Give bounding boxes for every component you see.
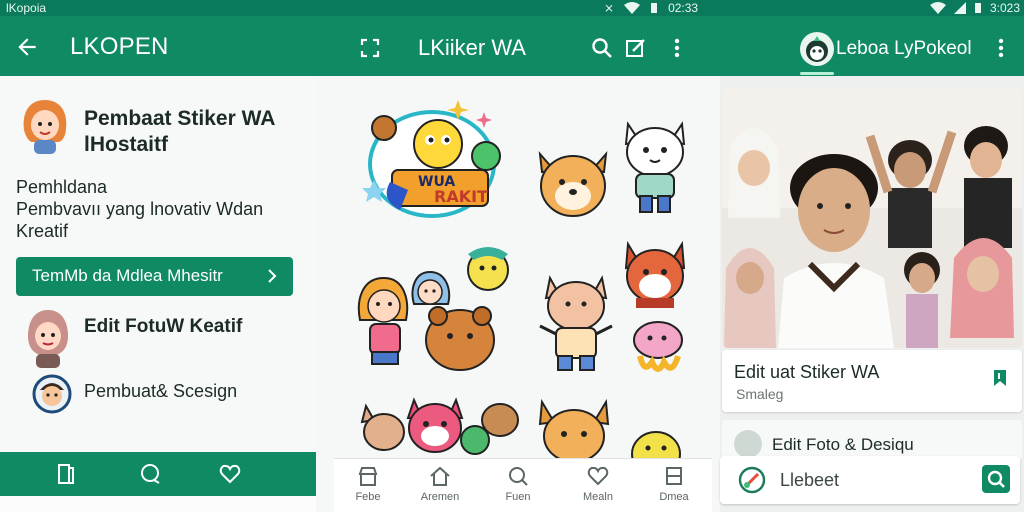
heart-icon[interactable] xyxy=(218,462,242,486)
signal-icon xyxy=(954,2,966,14)
nav-item-search[interactable]: Fuen xyxy=(488,465,548,503)
search-placeholder: Llebeet xyxy=(780,470,840,490)
sticker-fox[interactable] xyxy=(622,240,688,312)
status-icons-right: 3:023 xyxy=(930,1,1020,15)
fullscreen-icon[interactable] xyxy=(358,36,382,60)
nav-label: Mealn xyxy=(583,491,613,503)
app-title: LKOPEN xyxy=(70,33,169,60)
bottom-nav-mid: Febe Aremen Fuen Mealn Dmea xyxy=(334,458,712,512)
back-arrow-icon[interactable] xyxy=(14,34,40,60)
search-button[interactable] xyxy=(982,465,1010,493)
cta-label: TemMb da Mdlea Mhesitr xyxy=(32,266,223,285)
profile-avatar[interactable] xyxy=(800,32,834,66)
home-icon xyxy=(430,466,450,486)
more-vert-icon[interactable] xyxy=(992,36,1010,60)
status-time: 3:023 xyxy=(990,1,1021,15)
sticker-girls[interactable] xyxy=(356,244,516,374)
status-app-name: lKopoia xyxy=(6,1,47,15)
battery-icon xyxy=(975,3,981,13)
nav-label: Aremen xyxy=(420,491,460,503)
chevron-right-icon xyxy=(268,269,277,283)
description-line: Pembvavıı yang lnovativ Wdan xyxy=(16,199,264,219)
description-line: Kreatif xyxy=(16,221,69,241)
edit-icon[interactable] xyxy=(624,36,648,60)
status-icons-mid: ⨯ 02:33 xyxy=(604,1,698,15)
sticker-animals[interactable] xyxy=(360,396,520,458)
more-vert-icon[interactable] xyxy=(668,36,686,60)
wifi-icon xyxy=(930,2,946,14)
feature-label: Pembuat& Scesign xyxy=(84,381,238,401)
description: Pemhldana Pembvavıı yang lnovativ Wdan K… xyxy=(16,176,306,242)
status-time-mid: 02:33 xyxy=(668,1,699,15)
nav-label: Fuen xyxy=(505,491,531,503)
section-title: LKiiker WA xyxy=(418,35,526,60)
search-icon[interactable] xyxy=(590,36,614,60)
battery-icon xyxy=(651,3,658,13)
profile-name: Leboa LyPokeol xyxy=(836,38,972,59)
bookmark-icon[interactable] xyxy=(990,368,1010,388)
left-bottom-strip xyxy=(0,496,316,512)
search-bar[interactable]: Llebeet xyxy=(720,456,1020,504)
nav-label: Dmea xyxy=(659,491,689,503)
sticker-shiba[interactable] xyxy=(532,142,614,222)
info-card[interactable]: Edit uat Stiker WA Smaleg xyxy=(722,350,1022,412)
search-icon xyxy=(509,467,528,486)
sticker-shiba-2[interactable] xyxy=(536,398,612,458)
description-line: Pemhldana xyxy=(16,177,108,197)
nav-item-store[interactable]: Febe xyxy=(338,465,398,503)
mascot-icon xyxy=(806,36,828,62)
card-subtitle: Smaleg xyxy=(736,386,784,402)
store-icon xyxy=(358,467,378,486)
heart-icon xyxy=(587,466,609,486)
book-icon[interactable] xyxy=(54,462,78,486)
card-title: Edit Foto & Desiqu xyxy=(772,435,914,454)
avatar xyxy=(734,430,762,458)
hero-title: Pembaat Stiker WA lHostaitf xyxy=(84,107,275,156)
app-bar: LKOPEN LKiiker WA Leboa LyPokeol xyxy=(0,16,1024,76)
girl-avatar-icon xyxy=(23,100,67,154)
sticker-chick[interactable] xyxy=(628,428,684,460)
active-indicator xyxy=(800,72,834,75)
sticker-cat[interactable] xyxy=(618,116,692,218)
feature-title: Edit FotuW Keatif xyxy=(84,316,243,337)
bluetooth-icon: ⨯ xyxy=(604,1,615,15)
nav-item-favorites[interactable]: Mealn xyxy=(568,465,628,503)
list-card[interactable]: Edit Foto & Desiqu xyxy=(722,420,1022,460)
window-icon xyxy=(666,467,682,485)
sparkle-icon xyxy=(448,100,492,128)
card-title: Edit uat Stiker WA xyxy=(734,362,880,382)
brush-logo-icon xyxy=(738,466,766,494)
cta-button[interactable]: TemMb da Mdlea Mhesitr xyxy=(16,257,293,296)
sticker-pink[interactable] xyxy=(630,318,688,378)
boy-avatar-icon xyxy=(32,374,72,414)
featured-photo[interactable] xyxy=(722,88,1022,348)
sticker-text: RAKIT xyxy=(434,187,488,206)
wifi-icon xyxy=(624,2,641,14)
girl-hijab-icon xyxy=(28,310,68,368)
sticker-pig[interactable] xyxy=(536,274,616,374)
status-bar: lKopoia ⨯ 02:33 3:023 xyxy=(0,0,1024,16)
chat-icon[interactable] xyxy=(138,462,162,486)
children-photo-icon xyxy=(722,88,1022,348)
left-panel: Pembaat Stiker WA lHostaitf Pemhldana Pe… xyxy=(0,76,316,512)
nav-label: Febe xyxy=(355,491,381,503)
nav-item-window[interactable]: Dmea xyxy=(644,465,704,503)
search-icon xyxy=(987,470,1005,488)
nav-item-home[interactable]: Aremen xyxy=(410,465,470,503)
bottom-nav-left xyxy=(0,452,316,496)
